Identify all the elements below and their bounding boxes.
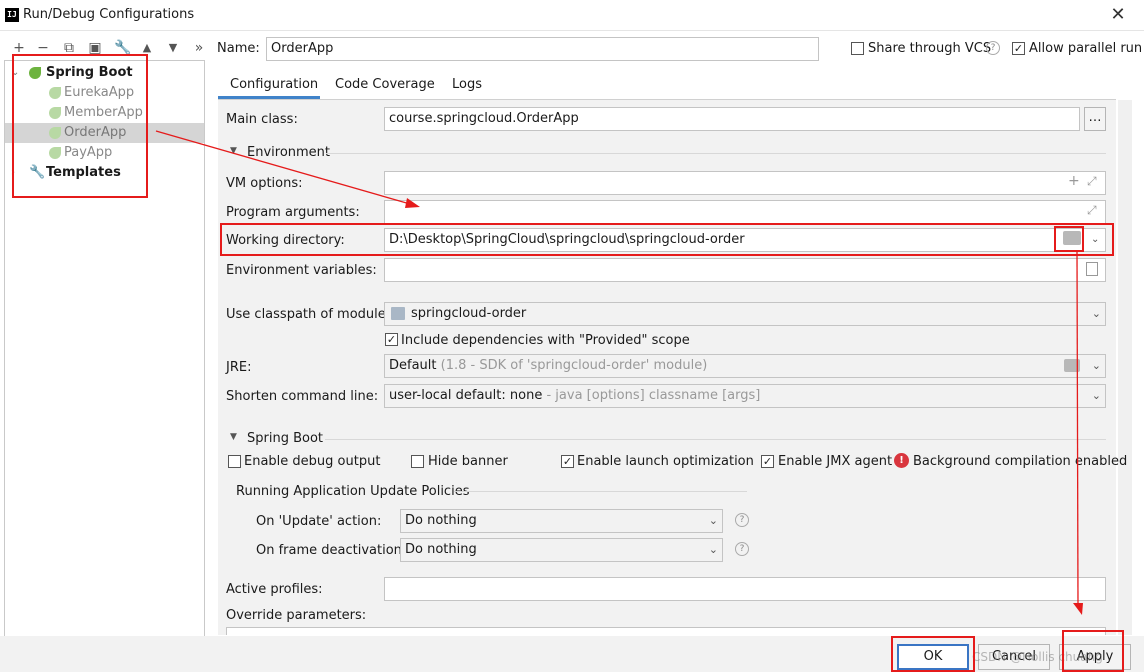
- annotation-arrows: [155, 130, 1083, 615]
- annotation-arrow-line: [1076, 251, 1079, 606]
- annotation-arrowhead: [405, 198, 420, 208]
- annotation-arrow-line: [155, 130, 411, 205]
- annotation-arrowhead: [1073, 603, 1083, 615]
